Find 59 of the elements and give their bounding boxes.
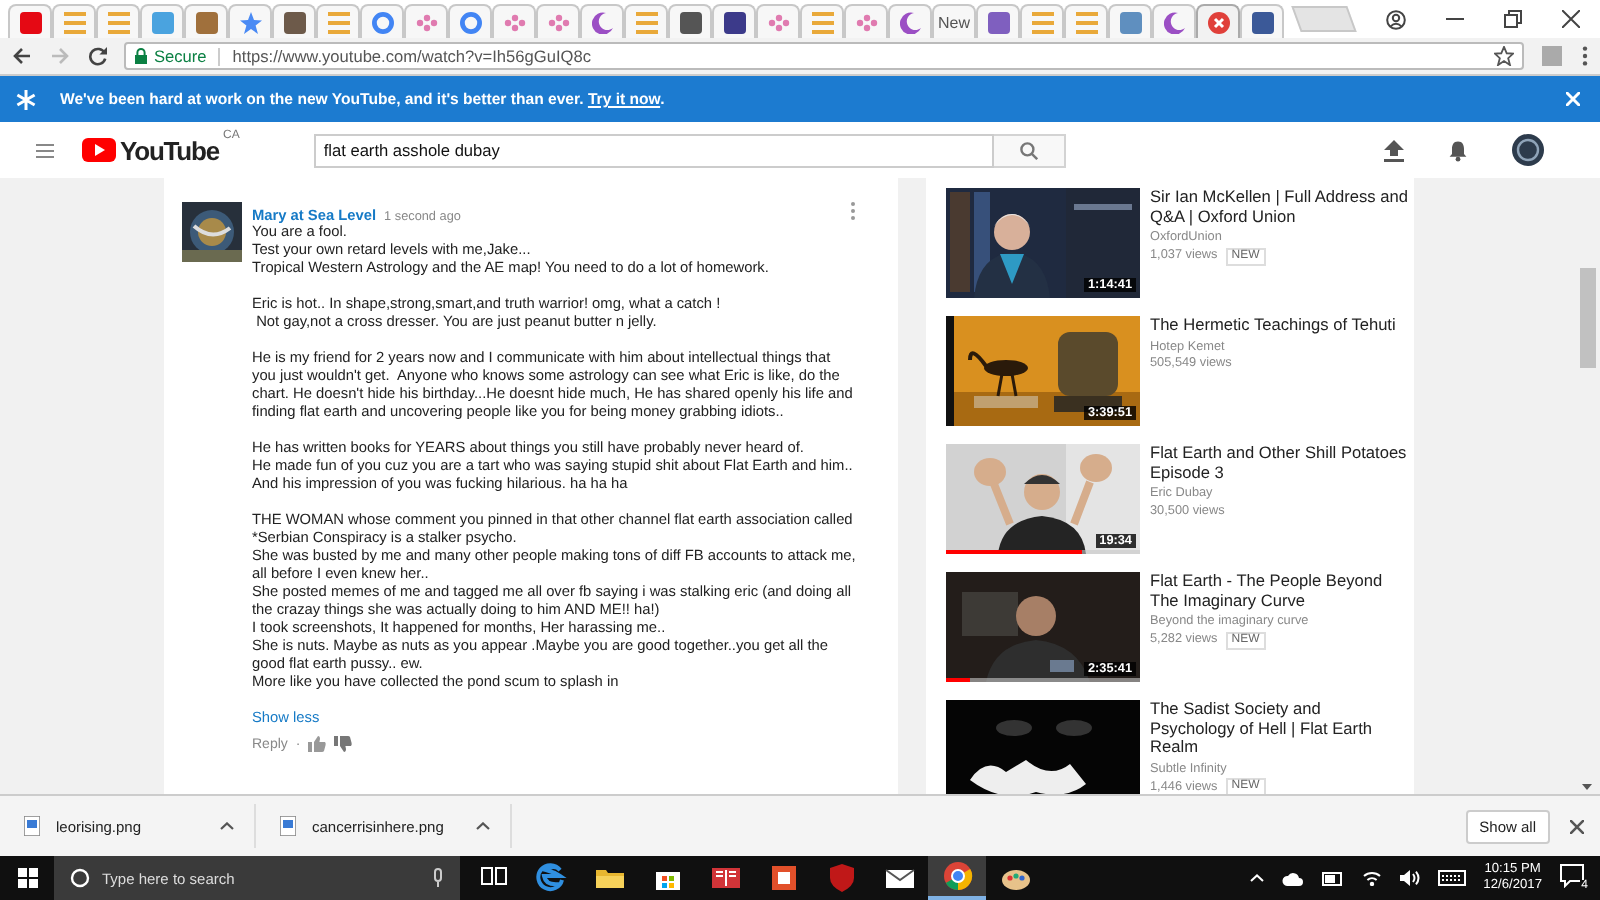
secure-label: Secure — [154, 46, 207, 66]
more-icon[interactable] — [850, 202, 856, 220]
bell-icon[interactable] — [1448, 139, 1468, 161]
reload-icon[interactable] — [88, 46, 108, 66]
caret-up-icon[interactable] — [476, 822, 490, 830]
caret-up-icon[interactable] — [220, 822, 234, 830]
close-icon[interactable] — [1570, 819, 1584, 833]
x-circle-icon — [1207, 11, 1229, 33]
play-icon — [82, 138, 116, 162]
thumbs-down-icon[interactable] — [334, 736, 353, 752]
close-icon[interactable] — [1562, 10, 1580, 28]
search-field[interactable]: flat earth asshole dubay — [313, 133, 994, 167]
video-title[interactable]: Flat Earth - The People Beyond The Imaginary Curve — [1150, 572, 1410, 611]
browser-tab[interactable] — [712, 4, 756, 38]
scroll-down-icon[interactable] — [1582, 784, 1592, 790]
browser-tab[interactable] — [888, 4, 932, 38]
browser-tab[interactable] — [272, 4, 316, 38]
browser-tab[interactable] — [1240, 4, 1284, 38]
browser-tab[interactable] — [580, 4, 624, 38]
microphone-icon[interactable] — [432, 868, 444, 888]
avatar-icon[interactable] — [1512, 134, 1544, 166]
video-title[interactable]: Flat Earth and Other Shill Potatoes Episode 3 — [1150, 444, 1410, 483]
video-title[interactable]: The Sadist Society and Psychology of Hell | Flat Earth Realm — [1150, 700, 1410, 758]
search-icon — [1019, 141, 1038, 159]
browser-tab[interactable] — [1152, 4, 1196, 38]
youtube-logo[interactable]: YouTube — [120, 135, 219, 165]
browser-tab[interactable]: New — [932, 4, 976, 38]
video-title[interactable]: The Hermetic Teachings of Tehuti — [1150, 316, 1410, 336]
image-file-icon — [24, 816, 40, 836]
back-icon[interactable] — [12, 46, 32, 66]
search-circle-icon — [70, 868, 90, 888]
menu-icon[interactable] — [36, 143, 54, 157]
address-bar[interactable]: Secure https://www.youtube.com/watch?v=Ih56gGuIQ8c — [124, 42, 1524, 70]
battery-icon[interactable] — [1321, 871, 1344, 885]
video-title[interactable]: Sir Ian McKellen | Full Address and Q&A | Oxford Union — [1150, 188, 1410, 227]
lock-icon — [134, 48, 148, 64]
thumbs-up-icon[interactable] — [308, 736, 327, 752]
scrollbar-thumb[interactable] — [1579, 268, 1595, 368]
star-icon[interactable] — [1494, 46, 1514, 66]
star-icon — [16, 89, 36, 109]
image-file-icon — [280, 816, 296, 836]
search-button[interactable] — [993, 133, 1066, 167]
browser-tab[interactable] — [1196, 4, 1240, 38]
cloud-icon[interactable] — [1281, 871, 1304, 885]
browser-tab[interactable] — [976, 4, 1020, 38]
chrome-browser-icon[interactable] — [928, 856, 986, 900]
browser-tab[interactable] — [184, 4, 228, 38]
upload-icon[interactable] — [1384, 139, 1404, 161]
browser-tab[interactable] — [8, 4, 52, 38]
volume-icon[interactable] — [1399, 870, 1420, 886]
wifi-icon[interactable] — [1361, 870, 1382, 886]
url-text: https://www.youtube.com/watch?v=Ih56gGuIQ8c — [232, 46, 593, 66]
keyboard-icon[interactable] — [1437, 870, 1466, 886]
notification-icon[interactable] — [1560, 864, 1584, 888]
restore-icon[interactable] — [1504, 10, 1522, 28]
browser-tab[interactable] — [668, 4, 712, 38]
windows-start-icon[interactable] — [17, 868, 37, 888]
menu-icon[interactable] — [1582, 46, 1588, 66]
profile-icon[interactable] — [1386, 9, 1406, 29]
